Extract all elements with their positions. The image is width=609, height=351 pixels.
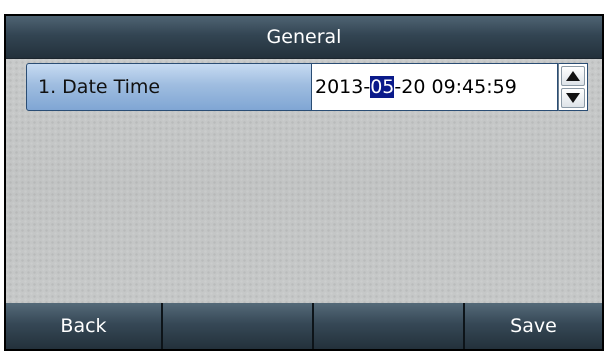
phone-screen: General 1. Date Time 2013-05-20 09:45:59…: [4, 14, 604, 351]
back-softkey[interactable]: Back: [6, 303, 163, 349]
date-time-year: 2013-: [315, 76, 371, 98]
date-time-field[interactable]: 2013-05-20 09:45:59: [312, 63, 558, 111]
softkey-3[interactable]: [314, 303, 465, 349]
softkey-bar: Back Save: [6, 303, 602, 349]
softkey-2[interactable]: [163, 303, 314, 349]
list-item-date-time[interactable]: 1. Date Time 2013-05-20 09:45:59: [26, 63, 588, 111]
save-softkey[interactable]: Save: [465, 303, 602, 349]
date-time-label: 1. Date Time: [26, 63, 312, 111]
date-time-month-selected[interactable]: 05: [370, 76, 395, 98]
spinner-down-button[interactable]: [561, 88, 585, 108]
triangle-up-icon: [566, 71, 580, 81]
screen-title: General: [6, 16, 602, 59]
value-spinner: [558, 63, 588, 111]
triangle-down-icon: [566, 93, 580, 103]
date-time-rest: -20 09:45:59: [394, 76, 517, 98]
spinner-up-button[interactable]: [561, 66, 585, 86]
